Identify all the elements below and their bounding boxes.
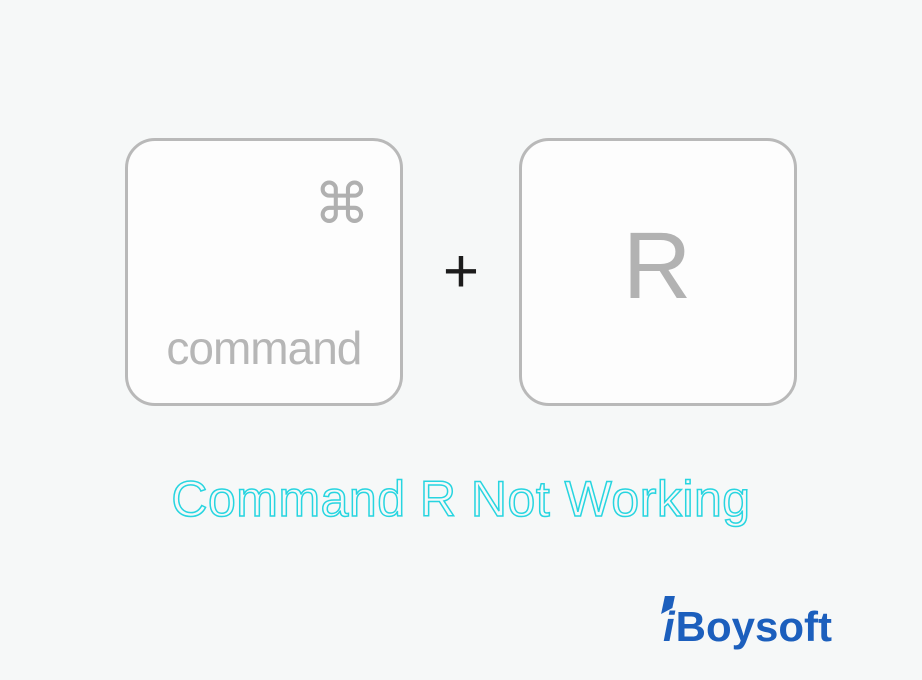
brand-accent-icon: i [663, 606, 675, 648]
plus-icon: + [443, 241, 479, 303]
brand-text-rest: Boysoft [676, 606, 832, 648]
keys-row: ⌘ command + R [0, 138, 922, 406]
brand-logo: i Boysoft [663, 606, 832, 648]
key-r-label: R [623, 212, 694, 321]
command-icon: ⌘ [314, 176, 370, 232]
key-r: R [519, 138, 797, 406]
page-title: Command R Not Working [0, 470, 922, 528]
key-command-label: command [128, 321, 400, 375]
key-command: ⌘ command [125, 138, 403, 406]
illustration-canvas: ⌘ command + R Command R Not Working i Bo… [0, 0, 922, 680]
